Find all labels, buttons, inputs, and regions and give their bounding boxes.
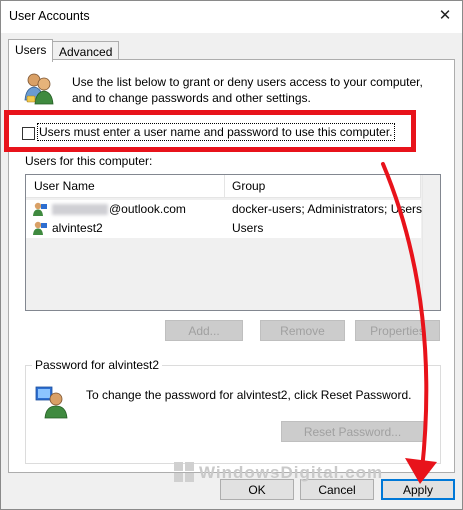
annotation-arrow-icon [381,162,437,484]
